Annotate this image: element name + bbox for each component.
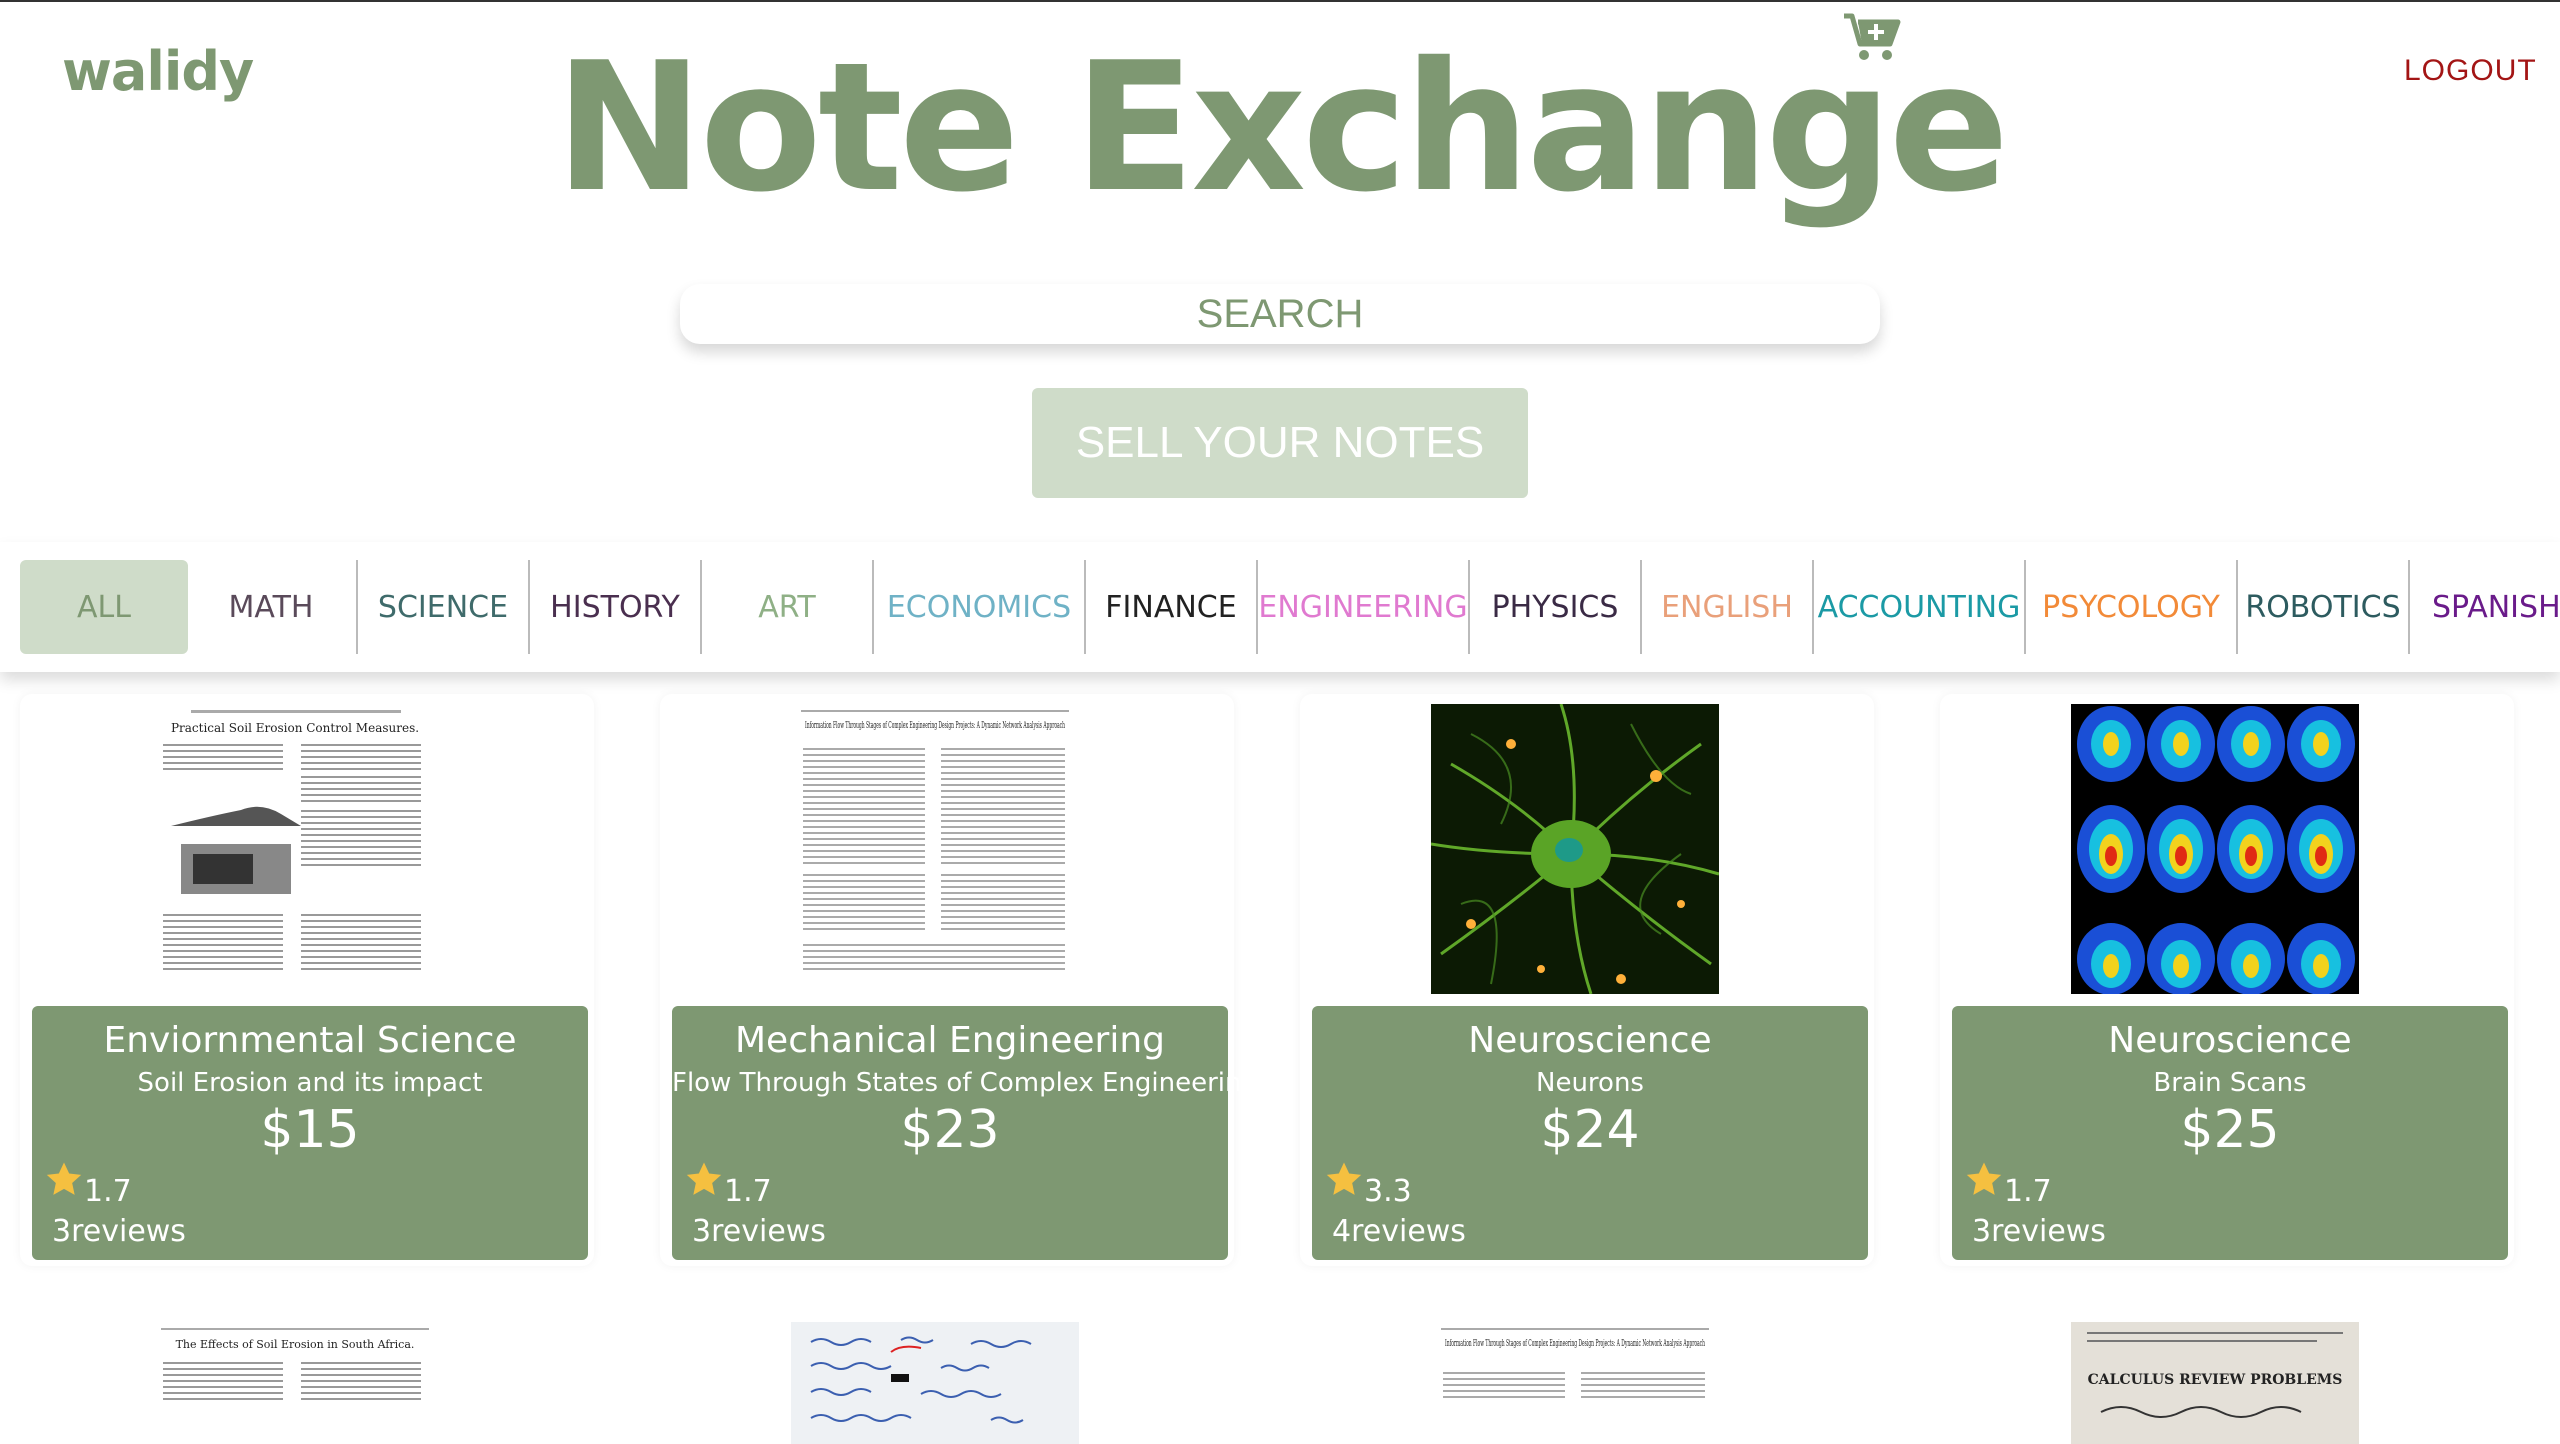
category-label: PHYSICS xyxy=(1491,589,1619,625)
category-label: ENGLISH xyxy=(1661,589,1793,625)
top-border xyxy=(0,0,2560,2)
listing-card-partial[interactable]: The Effects of Soil Erosion in South Afr… xyxy=(20,1318,594,1444)
listing-reviews: 3reviews xyxy=(692,1214,826,1249)
category-label: HISTORY xyxy=(550,589,680,625)
listing-reviews: 3reviews xyxy=(1972,1214,2106,1249)
listing-price: $24 xyxy=(1540,1100,1640,1160)
category-tab-economics[interactable]: ECONOMICS xyxy=(874,560,1084,654)
category-tab-robotics[interactable]: ROBOTICS xyxy=(2238,560,2408,654)
category-label: SCIENCE xyxy=(377,589,509,625)
review-count: 4 xyxy=(1332,1214,1352,1249)
listing-subject: Mechanical Engineering xyxy=(735,1020,1165,1061)
search-input[interactable] xyxy=(680,284,1880,344)
category-tab-finance[interactable]: FINANCE xyxy=(1086,560,1256,654)
star-icon xyxy=(46,1162,82,1195)
star-icon xyxy=(686,1162,722,1195)
category-tab-science[interactable]: SCIENCE xyxy=(358,560,528,654)
thumb-heading: Practical Soil Erosion Control Measures. xyxy=(171,721,419,735)
category-tab-accounting[interactable]: ACCOUNTING xyxy=(1814,560,2024,654)
listing-card[interactable]: Practical Soil Erosion Control Measures.… xyxy=(20,694,594,1266)
listing-description: Neurons xyxy=(1536,1068,1644,1098)
neuron-thumbnail xyxy=(1431,704,1719,994)
listing-price: $25 xyxy=(2180,1100,2280,1160)
listing-info: Neuroscience Neurons $24 3.3 4reviews xyxy=(1312,1006,1868,1260)
calculus-notes-thumbnail: CALCULUS REVIEW PROBLEMS xyxy=(2071,1322,2359,1444)
listing-description: Soil Erosion and its impact xyxy=(137,1068,483,1098)
review-label: reviews xyxy=(71,1214,186,1249)
listing-subject: Neuroscience xyxy=(1468,1020,1712,1061)
category-label: FINANCE xyxy=(1105,589,1237,625)
category-tab-physics[interactable]: PHYSICS xyxy=(1470,560,1640,654)
review-label: reviews xyxy=(1991,1214,2106,1249)
listing-price: $23 xyxy=(900,1100,1000,1160)
page-title: Note Exchange xyxy=(554,24,2010,231)
note-thumbnail: Information Flow Through Stages of Compl… xyxy=(1431,1322,1719,1444)
review-count: 3 xyxy=(1972,1214,1992,1249)
category-label: ECONOMICS xyxy=(886,589,1072,625)
listing-rating: 1.7 xyxy=(724,1174,772,1209)
brain-scan-thumbnail xyxy=(2071,704,2359,994)
listing-subject: Neuroscience xyxy=(2108,1020,2352,1061)
note-thumbnail: The Effects of Soil Erosion in South Afr… xyxy=(151,1322,439,1444)
category-tab-psycology[interactable]: PSYCOLOGY xyxy=(2026,560,2236,654)
category-label: ENGINEERING xyxy=(1258,589,1468,625)
sell-notes-button[interactable]: SELL YOUR NOTES xyxy=(1032,388,1528,498)
category-tab-math[interactable]: MATH xyxy=(190,560,352,654)
category-tab-spanish[interactable]: SPANISH xyxy=(2410,560,2560,654)
thumb-heading: CALCULUS REVIEW PROBLEMS xyxy=(2088,1372,2343,1388)
review-label: reviews xyxy=(711,1214,826,1249)
category-tab-engineering[interactable]: ENGINEERING xyxy=(1258,560,1468,654)
category-tab-all[interactable]: ALL xyxy=(20,560,188,654)
category-label: ALL xyxy=(77,589,131,625)
thumb-heading: Information Flow Through Stages of Compl… xyxy=(1445,1339,1705,1349)
listing-card-partial[interactable] xyxy=(660,1318,1234,1444)
listing-reviews: 4reviews xyxy=(1332,1214,1466,1249)
category-label: SPANISH xyxy=(2432,589,2560,625)
listing-subject: Enviornmental Science xyxy=(103,1020,517,1061)
listing-info: Enviornmental Science Soil Erosion and i… xyxy=(32,1006,588,1260)
category-tab-history[interactable]: HISTORY xyxy=(530,560,700,654)
listing-info: Neuroscience Brain Scans $25 1.7 3review… xyxy=(1952,1006,2508,1260)
listing-card[interactable]: Neuroscience Brain Scans $25 1.7 3review… xyxy=(1940,694,2514,1266)
listing-rating: 3.3 xyxy=(1364,1174,1412,1209)
review-count: 3 xyxy=(692,1214,712,1249)
category-label: PSYCOLOGY xyxy=(2042,589,2220,625)
listing-price: $15 xyxy=(260,1100,360,1160)
category-label: ART xyxy=(758,589,816,625)
listing-info: Mechanical Engineering Flow Through Stat… xyxy=(672,1006,1258,1260)
category-bar: ALL MATH SCIENCE HISTORY ART ECONOMICS F… xyxy=(0,542,2560,672)
listing-card-partial[interactable]: CALCULUS REVIEW PROBLEMS xyxy=(1940,1318,2514,1444)
listing-card[interactable]: Information Flow Through Stages of Compl… xyxy=(660,694,1258,1266)
note-thumbnail: Information Flow Through Stages of Compl… xyxy=(791,704,1079,994)
category-label: ACCOUNTING xyxy=(1817,589,2021,625)
category-label: MATH xyxy=(228,589,314,625)
note-thumbnail: Practical Soil Erosion Control Measures. xyxy=(151,704,439,994)
listing-rating: 1.7 xyxy=(2004,1174,2052,1209)
category-label: ROBOTICS xyxy=(2245,589,2401,625)
listing-rating: 1.7 xyxy=(84,1174,132,1209)
logout-link[interactable]: LOGOUT xyxy=(2404,54,2537,88)
thumb-heading: The Effects of Soil Erosion in South Afr… xyxy=(176,1338,415,1351)
review-label: reviews xyxy=(1351,1214,1466,1249)
listing-description: Brain Scans xyxy=(2153,1068,2307,1098)
category-tab-art[interactable]: ART xyxy=(702,560,872,654)
listing-description: Flow Through States of Complex Engineeri… xyxy=(672,1068,1258,1098)
listing-reviews: 3reviews xyxy=(52,1214,186,1249)
star-icon xyxy=(1326,1162,1362,1195)
thumb-heading: Information Flow Through Stages of Compl… xyxy=(805,721,1065,731)
review-count: 3 xyxy=(52,1214,72,1249)
category-tab-english[interactable]: ENGLISH xyxy=(1642,560,1812,654)
listing-card-partial[interactable]: Information Flow Through Stages of Compl… xyxy=(1300,1318,1874,1444)
handwritten-notes-thumbnail xyxy=(791,1322,1079,1444)
listing-card[interactable]: Neuroscience Neurons $24 3.3 4reviews xyxy=(1300,694,1874,1266)
cart-plus-icon[interactable] xyxy=(1842,10,1902,62)
star-icon xyxy=(1966,1162,2002,1195)
